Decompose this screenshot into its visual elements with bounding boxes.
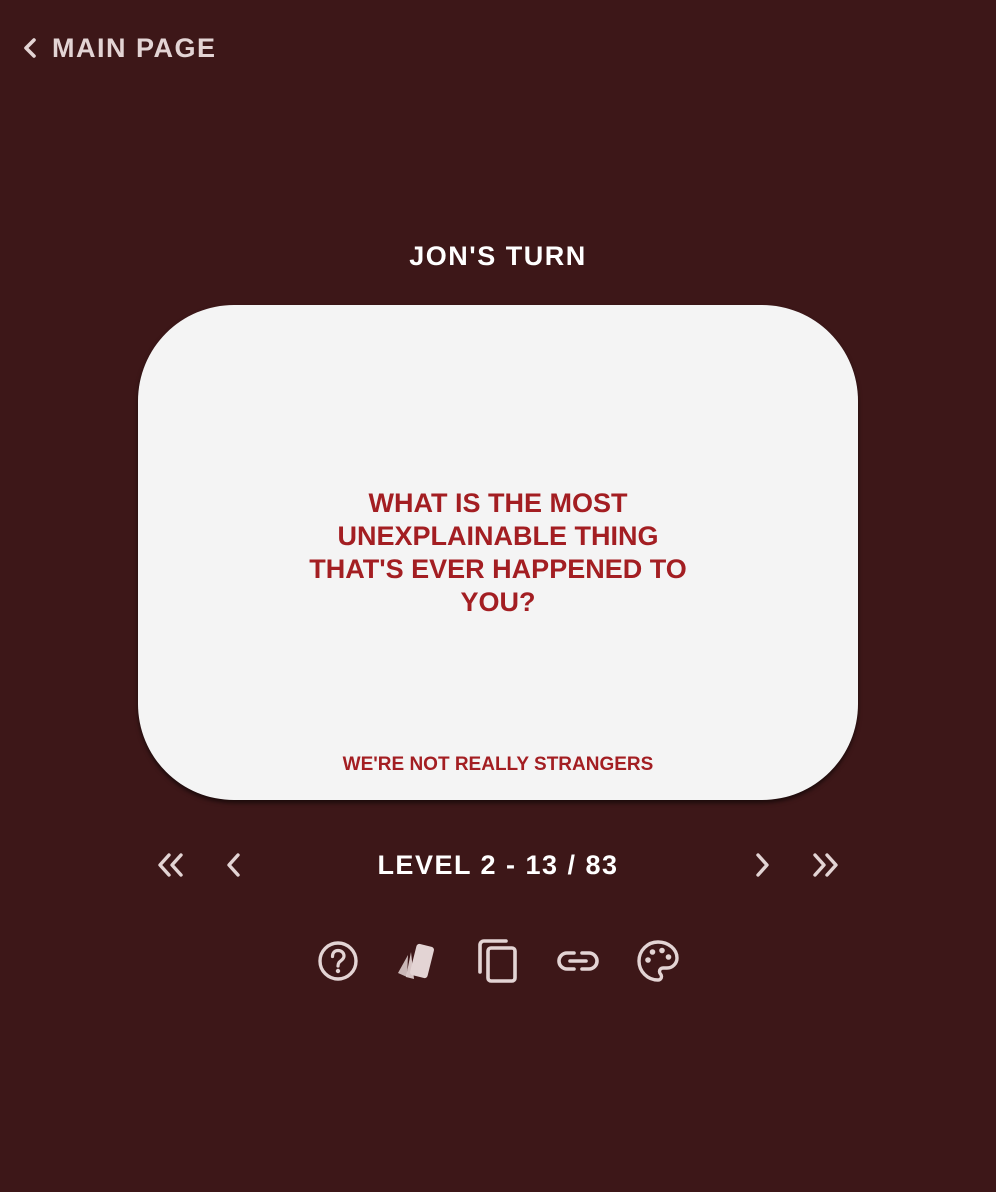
share-link-button[interactable] xyxy=(555,938,601,984)
double-chevron-right-icon xyxy=(810,851,842,879)
switch-deck-button[interactable] xyxy=(395,938,441,984)
main-page-link[interactable]: MAIN PAGE xyxy=(20,30,217,66)
help-button[interactable] xyxy=(315,938,361,984)
level-progress-text: LEVEL 2 - 13 / 83 xyxy=(377,850,619,880)
player-turn-title: JON'S TURN xyxy=(409,241,587,271)
deck-name: WE'RE NOT REALLY STRANGERS xyxy=(342,754,654,775)
main-page-label: MAIN PAGE xyxy=(52,33,217,63)
palette-icon xyxy=(635,938,681,984)
chevron-left-icon xyxy=(20,36,40,60)
link-icon xyxy=(555,938,601,984)
last-card-button[interactable] xyxy=(810,851,842,879)
cards-icon xyxy=(395,938,441,984)
theme-button[interactable] xyxy=(635,938,681,984)
question-card: WHAT IS THE MOST UNEXPLAINABLE THING THA… xyxy=(138,305,858,800)
copy-button[interactable] xyxy=(475,938,521,984)
help-icon xyxy=(315,938,361,984)
question-text: WHAT IS THE MOST UNEXPLAINABLE THING THA… xyxy=(309,488,687,617)
card-toolbar xyxy=(0,938,996,984)
card-navigation: LEVEL 2 - 13 / 83 xyxy=(0,845,996,885)
next-card-button[interactable] xyxy=(746,851,778,879)
copy-icon xyxy=(475,938,521,984)
chevron-right-icon xyxy=(746,851,778,879)
